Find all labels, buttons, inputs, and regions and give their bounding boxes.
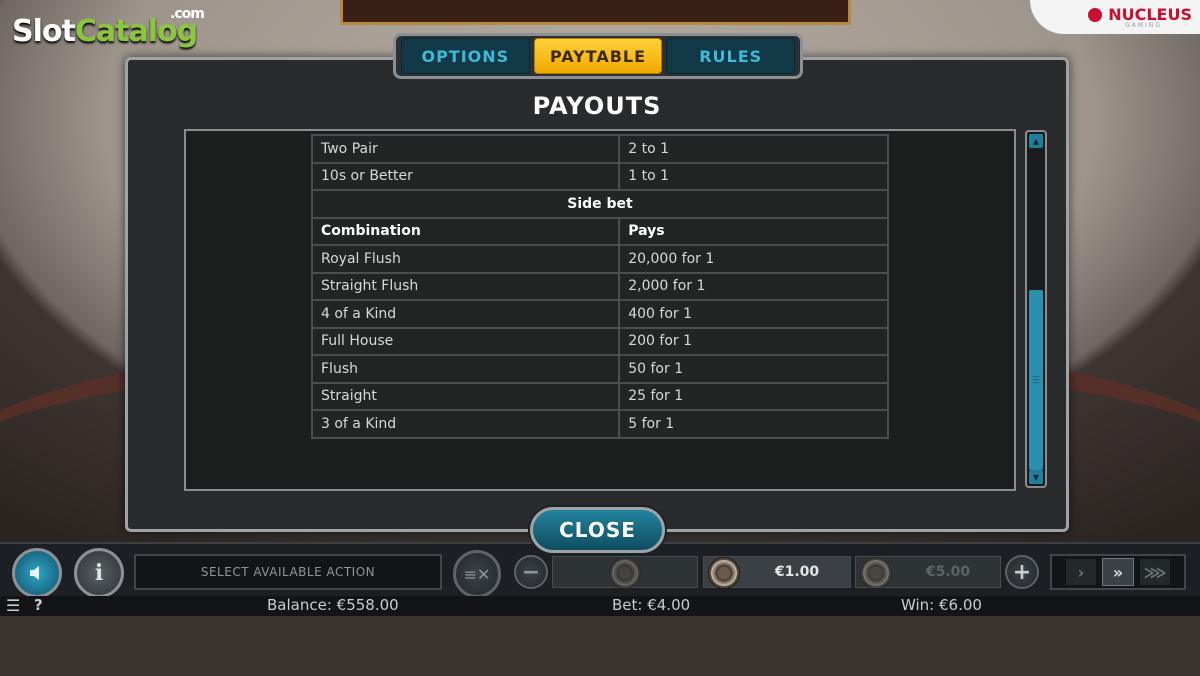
- menu-icon[interactable]: ☰: [6, 596, 20, 615]
- close-button[interactable]: CLOSE: [530, 507, 665, 553]
- table-row: 3 of a Kind 5 for 1: [310, 409, 889, 439]
- speed-turbo-icon[interactable]: ⋙: [1140, 559, 1170, 585]
- clear-bets-button[interactable]: ≡✕: [453, 550, 501, 598]
- table-row: Royal Flush 20,000 for 1: [310, 244, 889, 274]
- pays-cell: 2 to 1: [618, 134, 889, 164]
- hand-cell: 4 of a Kind: [310, 299, 621, 329]
- column-header-combination: Combination: [310, 216, 621, 246]
- hand-cell: Straight: [310, 381, 621, 411]
- pays-cell: 2,000 for 1: [618, 271, 889, 301]
- paytable-dialog: PAYOUTS Two Pair 2 to 1 10s or Better 1 …: [125, 57, 1069, 532]
- dialog-tabs: OPTIONS PAYTABLE RULES: [393, 33, 803, 79]
- hand-cell: 3 of a Kind: [310, 409, 621, 439]
- chip-slot-selected[interactable]: €1.00: [703, 556, 851, 589]
- scroll-up-arrow-icon[interactable]: ▲: [1029, 134, 1043, 148]
- chip-value: €5.00: [925, 564, 971, 580]
- table-row: 10s or Better 1 to 1: [310, 161, 889, 191]
- pays-cell: 200 for 1: [618, 326, 889, 356]
- pays-cell: 25 for 1: [618, 381, 889, 411]
- dealer-frame: [340, 0, 851, 25]
- decrease-chip-button[interactable]: −: [514, 555, 548, 589]
- speaker-icon: [30, 566, 39, 580]
- chip-slot[interactable]: €5.00: [855, 556, 1001, 589]
- chip-icon: [860, 557, 892, 589]
- win-readout: Win: €6.00: [901, 596, 982, 614]
- table-row: Straight 25 for 1: [310, 381, 889, 411]
- table-row: Full House 200 for 1: [310, 326, 889, 356]
- chip-slot-empty[interactable]: [552, 556, 698, 589]
- hand-cell: Royal Flush: [310, 244, 621, 274]
- table-row: Two Pair 2 to 1: [310, 134, 889, 164]
- clear-bets-icon: ≡✕: [463, 564, 491, 584]
- help-button[interactable]: ?: [34, 596, 43, 614]
- tab-options[interactable]: OPTIONS: [401, 38, 530, 74]
- chip-icon: [708, 557, 740, 589]
- bet-readout: Bet: €4.00: [612, 596, 691, 614]
- pays-cell: 1 to 1: [618, 161, 889, 191]
- pays-cell: 5 for 1: [618, 409, 889, 439]
- provider-logo: NUCLEUS GAMING: [1030, 0, 1200, 34]
- watermark-com: .com: [170, 6, 205, 22]
- scroll-thumb[interactable]: — — —: [1029, 290, 1043, 470]
- payout-panel: Two Pair 2 to 1 10s or Better 1 to 1 Sid…: [184, 129, 1016, 491]
- chip-icon: [609, 557, 641, 589]
- dialog-title: PAYOUTS: [532, 92, 662, 120]
- scroll-down-arrow-icon[interactable]: ▼: [1029, 470, 1043, 484]
- table-header-row: Combination Pays: [310, 216, 889, 246]
- status-bar: ☰ ? Balance: €558.00 Bet: €4.00 Win: €6.…: [0, 596, 1200, 616]
- sound-button[interactable]: [12, 548, 62, 598]
- tab-rules[interactable]: RULES: [666, 38, 796, 74]
- payout-scrollbar[interactable]: ▲ — — — ▼: [1025, 130, 1047, 488]
- hand-cell: Straight Flush: [310, 271, 621, 301]
- hand-cell: Full House: [310, 326, 621, 356]
- info-button[interactable]: i: [74, 548, 124, 598]
- speed-selector: › » ⋙: [1050, 554, 1186, 590]
- hand-cell: Flush: [310, 354, 621, 384]
- action-prompt: SELECT AVAILABLE ACTION: [134, 554, 442, 590]
- plus-icon: +: [1012, 559, 1032, 585]
- minus-icon: −: [521, 559, 541, 585]
- table-row: 4 of a Kind 400 for 1: [310, 299, 889, 329]
- hand-cell: Two Pair: [310, 134, 621, 164]
- hand-cell: 10s or Better: [310, 161, 621, 191]
- table-row: Straight Flush 2,000 for 1: [310, 271, 889, 301]
- increase-chip-button[interactable]: +: [1005, 555, 1039, 589]
- pays-cell: 20,000 for 1: [618, 244, 889, 274]
- speed-normal-icon[interactable]: ›: [1066, 559, 1096, 585]
- table-row: Flush 50 for 1: [310, 354, 889, 384]
- watermark-logo: SlotCatalog .com: [12, 6, 205, 49]
- provider-mark-icon: [1088, 8, 1103, 22]
- grip-icon: — — —: [1032, 372, 1040, 387]
- tab-paytable[interactable]: PAYTABLE: [533, 38, 663, 74]
- chip-value: €1.00: [774, 564, 820, 580]
- provider-sub: GAMING: [1125, 22, 1162, 29]
- balance-readout: Balance: €558.00: [267, 596, 399, 614]
- speed-fast-icon[interactable]: »: [1102, 558, 1134, 586]
- payout-table: Two Pair 2 to 1 10s or Better 1 to 1 Sid…: [310, 134, 889, 439]
- table-row: Side bet: [311, 189, 889, 219]
- info-icon: i: [94, 560, 104, 586]
- column-header-pays: Pays: [618, 216, 889, 246]
- pays-cell: 50 for 1: [618, 354, 889, 384]
- watermark-slot: Slot: [12, 14, 76, 49]
- side-bet-heading: Side bet: [311, 189, 889, 219]
- pays-cell: 400 for 1: [618, 299, 889, 329]
